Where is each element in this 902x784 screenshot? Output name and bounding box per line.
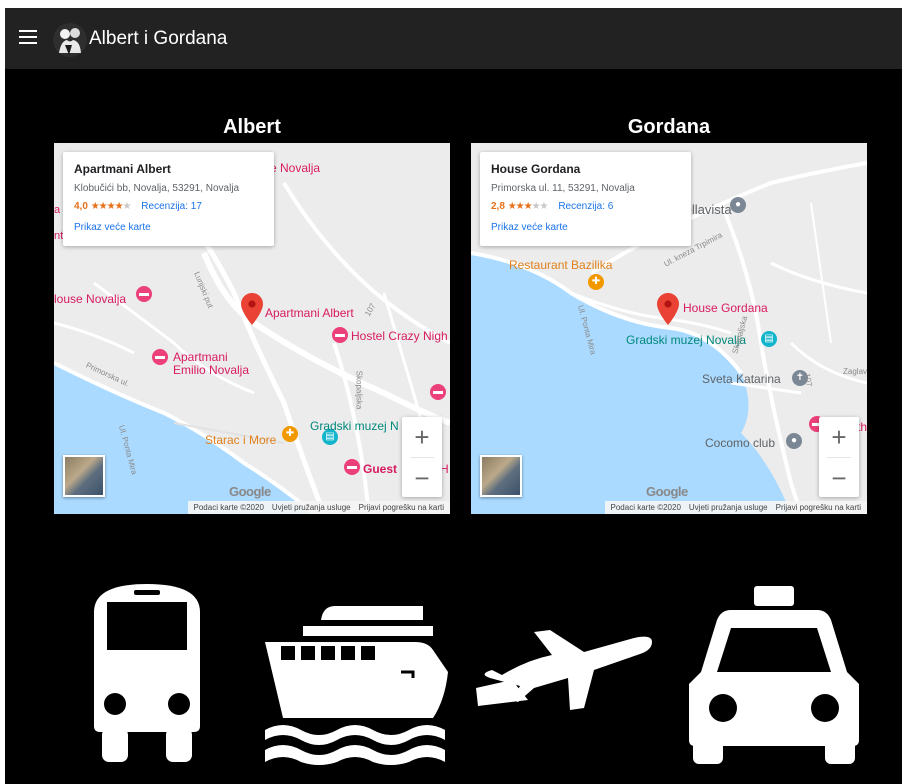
landmark-icon[interactable]: ● <box>730 197 746 213</box>
hotel-icon[interactable]: ▬ <box>152 349 168 365</box>
hamburger-menu-icon[interactable] <box>19 30 37 45</box>
restaurant-icon[interactable]: ✚ <box>282 426 298 442</box>
ferry-button[interactable] <box>263 580 449 768</box>
road-label-107: 107 <box>802 372 814 388</box>
albert-map[interactable]: se Novalja louse Novalja ▬ a nt Apartman… <box>54 143 450 514</box>
zoom-control: + − <box>402 417 442 497</box>
pin-label: Apartmani Albert <box>265 306 354 320</box>
zoom-out-button[interactable]: − <box>819 458 859 498</box>
logo-avatar <box>53 23 87 57</box>
rating-stars: ★★★★★ <box>507 201 549 212</box>
poi-label-partial-nt: nt <box>54 230 64 242</box>
poi-label-gradski: Gradski muzej N <box>310 419 399 433</box>
map-attribution: Podaci karte ©2020 Uvjeti pružanja usluge… <box>187 501 450 514</box>
larger-map-link[interactable]: Prikaz veće karte <box>74 221 263 235</box>
rating-value: 2,8 <box>491 201 505 212</box>
pin-label: House Gordana <box>683 301 768 315</box>
landmark-icon[interactable]: ● <box>786 433 802 449</box>
poi-label-guest: Guest <box>363 462 398 476</box>
attribution-terms[interactable]: Uvjeti pružanja usluge <box>689 503 768 512</box>
gordana-heading: Gordana <box>627 116 711 138</box>
google-logo: Google <box>229 484 271 499</box>
road-label-zaglav: Zaglav <box>843 367 867 376</box>
poi-label-gradski: Gradski muzej Novalja <box>626 333 747 347</box>
zoom-in-button[interactable]: + <box>819 417 859 457</box>
larger-map-link[interactable]: Prikaz veće karte <box>491 221 680 235</box>
hotel-icon[interactable]: ▬ <box>136 286 152 302</box>
bus-icon <box>94 584 200 762</box>
bus-button[interactable] <box>54 580 240 768</box>
hotel-icon[interactable]: ▬ <box>332 327 348 343</box>
poi-label-emilio-2: Emilio Novalja <box>173 363 250 377</box>
poi-label-house-novalja: louse Novalja <box>54 292 127 306</box>
place-name: House Gordana <box>491 162 581 176</box>
airplane-button[interactable] <box>472 580 658 768</box>
poi-label-sveta: Sveta Katarina <box>702 372 781 386</box>
gordana-map[interactable]: ● Bellavista Restaurant Bazilika ✚ House… <box>471 143 867 514</box>
albert-heading: Albert <box>223 116 281 138</box>
star-icons-empty: ★ <box>122 201 132 212</box>
road-label-skopaljska: Skopaljska <box>354 370 364 410</box>
star-icons-empty: ★★ <box>531 201 549 212</box>
poi-label-cocomo: Cocomo club <box>705 436 776 450</box>
place-rating: 2,8 ★★★★★ Recenzija: 6 <box>491 200 680 214</box>
ferry-icon <box>265 606 448 765</box>
restaurant-icon[interactable]: ✚ <box>588 274 604 290</box>
place-address: Klobučići bb, Novalja, 53291, Novalja <box>74 183 240 194</box>
attribution-report[interactable]: Prijavi pogrešku na karti <box>776 503 861 512</box>
star-icons-filled: ★★★★ <box>90 201 124 212</box>
rating-value: 4,0 <box>74 201 88 212</box>
poi-label-hostel: Hostel Crazy Nigh <box>351 329 448 343</box>
poi-label-emilio-1: Apartmani <box>173 350 228 364</box>
place-address: Primorska ul. 11, 53291, Novalja <box>491 183 635 194</box>
top-app-bar: Albert i Gordana <box>5 8 902 69</box>
page: Albert i Gordana Albert se Novalja louse… <box>5 8 902 784</box>
map-attribution: Podaci karte ©2020 Uvjeti pružanja usluge… <box>604 501 867 514</box>
attribution-data[interactable]: Podaci karte ©2020 <box>611 503 681 512</box>
poi-label-restaurant: Restaurant Bazilika <box>509 258 613 272</box>
map-pin-icon[interactable] <box>241 293 263 325</box>
map-pin-icon[interactable] <box>657 293 679 325</box>
attribution-report[interactable]: Prijavi pogrešku na karti <box>359 503 444 512</box>
place-rating: 4,0 ★★★★★ Recenzija: 17 <box>74 200 263 214</box>
poi-label-starac: Starac i More <box>205 433 277 447</box>
hotel-icon[interactable]: ▬ <box>430 384 446 400</box>
hotel-icon[interactable]: ▬ <box>344 459 360 475</box>
poi-label-partial-a: a <box>54 204 61 216</box>
satellite-toggle[interactable] <box>63 455 105 497</box>
zoom-out-button[interactable]: − <box>402 458 442 498</box>
taxi-button[interactable] <box>681 580 867 768</box>
app-title: Albert i Gordana <box>89 28 228 49</box>
star-icons-filled: ★★★ <box>507 201 533 212</box>
attribution-terms[interactable]: Uvjeti pružanja usluge <box>272 503 351 512</box>
satellite-toggle[interactable] <box>480 455 522 497</box>
reviews-link[interactable]: Recenzija: 6 <box>558 201 613 212</box>
museum-icon[interactable]: ▤ <box>761 331 777 347</box>
airplane-icon <box>476 630 652 710</box>
zoom-control: + − <box>819 417 859 497</box>
place-info-card: Apartmani Albert Klobučići bb, Novalja, … <box>63 152 274 246</box>
reviews-link[interactable]: Recenzija: 17 <box>141 201 202 212</box>
google-logo: Google <box>646 484 688 499</box>
place-info-card: House Gordana Primorska ul. 11, 53291, N… <box>480 152 691 246</box>
zoom-in-button[interactable]: + <box>402 417 442 457</box>
taxi-icon <box>689 586 859 764</box>
place-name: Apartmani Albert <box>74 162 171 176</box>
attribution-data[interactable]: Podaci karte ©2020 <box>194 503 264 512</box>
rating-stars: ★★★★★ <box>90 201 132 212</box>
